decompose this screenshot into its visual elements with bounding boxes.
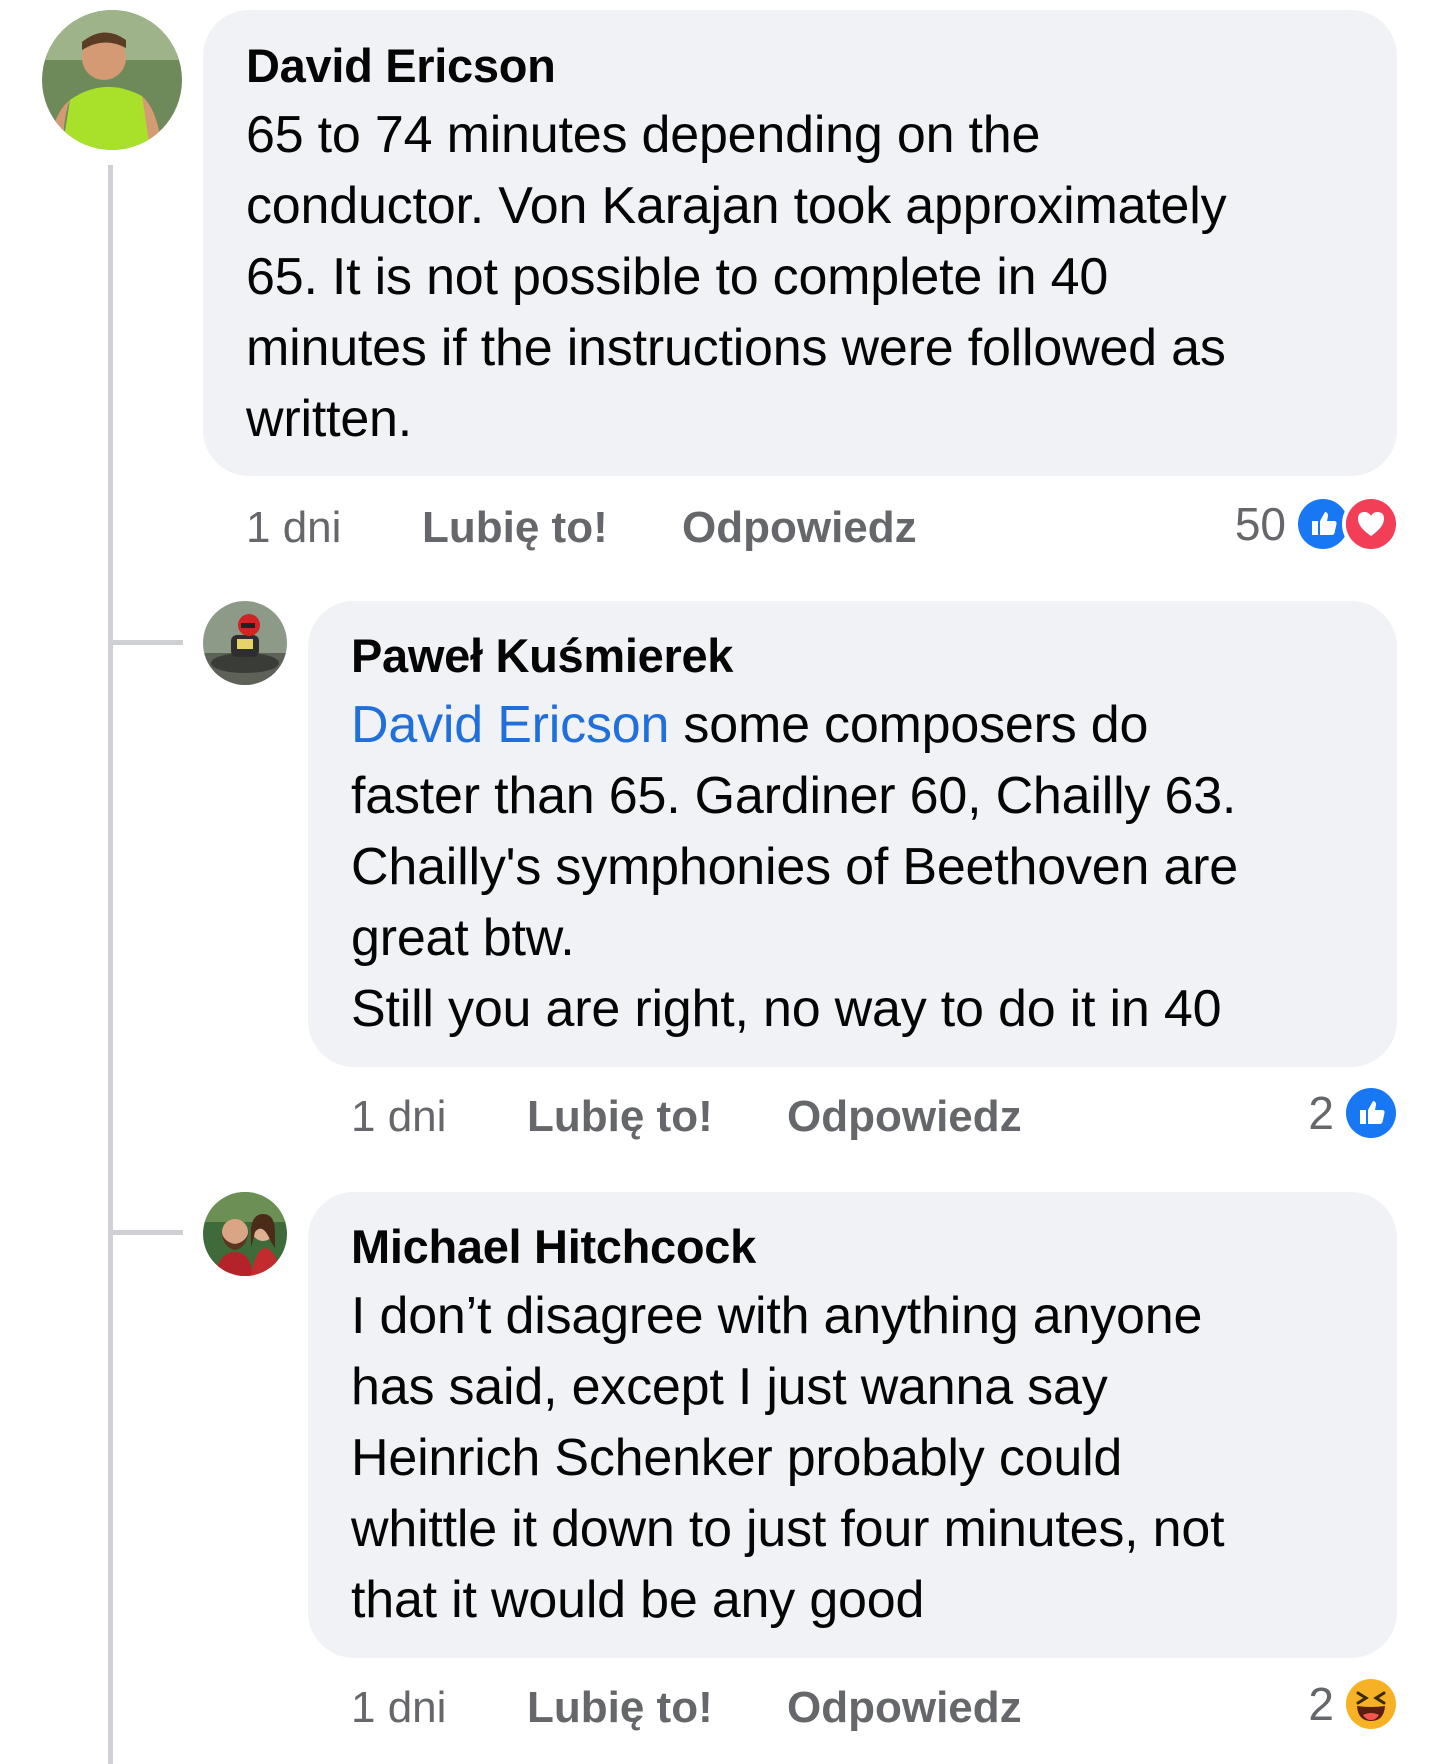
avatar-david-ericson[interactable] xyxy=(42,10,182,150)
comment-line: whittle it down to just four minutes, no… xyxy=(351,1500,1225,1558)
comment-timestamp[interactable]: 1 dni xyxy=(351,1092,527,1142)
thread-branch-1 xyxy=(108,640,183,645)
comment-timestamp[interactable]: 1 dni xyxy=(246,503,422,553)
reaction-summary[interactable]: 50 xyxy=(1180,494,1400,554)
avatar-pawel-kusmierek[interactable] xyxy=(203,601,287,685)
like-icon xyxy=(1342,1084,1400,1142)
avatar-photo xyxy=(42,10,182,150)
reaction-count: 50 xyxy=(1234,498,1286,550)
comment-line: Heinrich Schenker probably could xyxy=(351,1429,1123,1487)
haha-icon xyxy=(1342,1675,1400,1733)
comment-line: I don’t disagree with anything anyone xyxy=(351,1287,1203,1345)
thread-branch-2 xyxy=(108,1230,183,1235)
comment-author[interactable]: David Ericson xyxy=(246,38,556,93)
avatar-michael-hitchcock[interactable] xyxy=(203,1192,287,1276)
reply-button[interactable]: Odpowiedz xyxy=(682,503,917,553)
reaction-summary[interactable]: 2 xyxy=(1250,1674,1400,1734)
comment-line: 65 to 74 minutes depending on the xyxy=(246,106,1041,164)
comment-line: great btw. xyxy=(351,909,575,967)
comment-text: I don’t disagree with anything anyone ha… xyxy=(351,1281,1225,1636)
comment-line: 65. It is not possible to complete in 40 xyxy=(246,248,1109,306)
like-button[interactable]: Lubię to! xyxy=(422,503,682,553)
comment-timestamp[interactable]: 1 dni xyxy=(351,1683,527,1733)
comment-actions: 1 dni Lubię to! Odpowiedz xyxy=(351,1678,1022,1738)
reaction-summary[interactable]: 2 xyxy=(1250,1083,1400,1143)
comment-line: Still you are right, no way to do it in … xyxy=(351,980,1222,1038)
comment-line: David Ericson some composers do xyxy=(351,690,1238,761)
comment-text: David Ericson some composers do faster t… xyxy=(351,690,1238,1045)
comment-line: conductor. Von Karajan took approximatel… xyxy=(246,177,1227,235)
comment-line: written. xyxy=(246,390,413,448)
reply-button[interactable]: Odpowiedz xyxy=(787,1092,1022,1142)
reaction-count: 2 xyxy=(1308,1087,1334,1139)
reply-button[interactable]: Odpowiedz xyxy=(787,1683,1022,1733)
comment-author[interactable]: Paweł Kuśmierek xyxy=(351,628,733,683)
like-button[interactable]: Lubię to! xyxy=(527,1092,787,1142)
comment-text: 65 to 74 minutes depending on the conduc… xyxy=(246,100,1227,455)
comment-line: minutes if the instructions were followe… xyxy=(246,319,1226,377)
comment-line: faster than 65. Gardiner 60, Chailly 63. xyxy=(351,767,1237,825)
thread-line xyxy=(108,165,113,1764)
comment-actions: 1 dni Lubię to! Odpowiedz xyxy=(246,498,917,558)
avatar-photo xyxy=(203,1192,287,1276)
mention-link[interactable]: David Ericson xyxy=(351,696,669,754)
comment-line: has said, except I just wanna say xyxy=(351,1358,1108,1416)
comment-author[interactable]: Michael Hitchcock xyxy=(351,1219,756,1274)
comment-actions: 1 dni Lubię to! Odpowiedz xyxy=(351,1087,1022,1147)
comment-line-rest: some composers do xyxy=(669,696,1149,754)
love-icon xyxy=(1342,495,1400,553)
reaction-count: 2 xyxy=(1308,1678,1334,1730)
comment-line: that it would be any good xyxy=(351,1571,925,1629)
like-button[interactable]: Lubię to! xyxy=(527,1683,787,1733)
comment-line: Chailly's symphonies of Beethoven are xyxy=(351,838,1239,896)
avatar-photo xyxy=(203,601,287,685)
